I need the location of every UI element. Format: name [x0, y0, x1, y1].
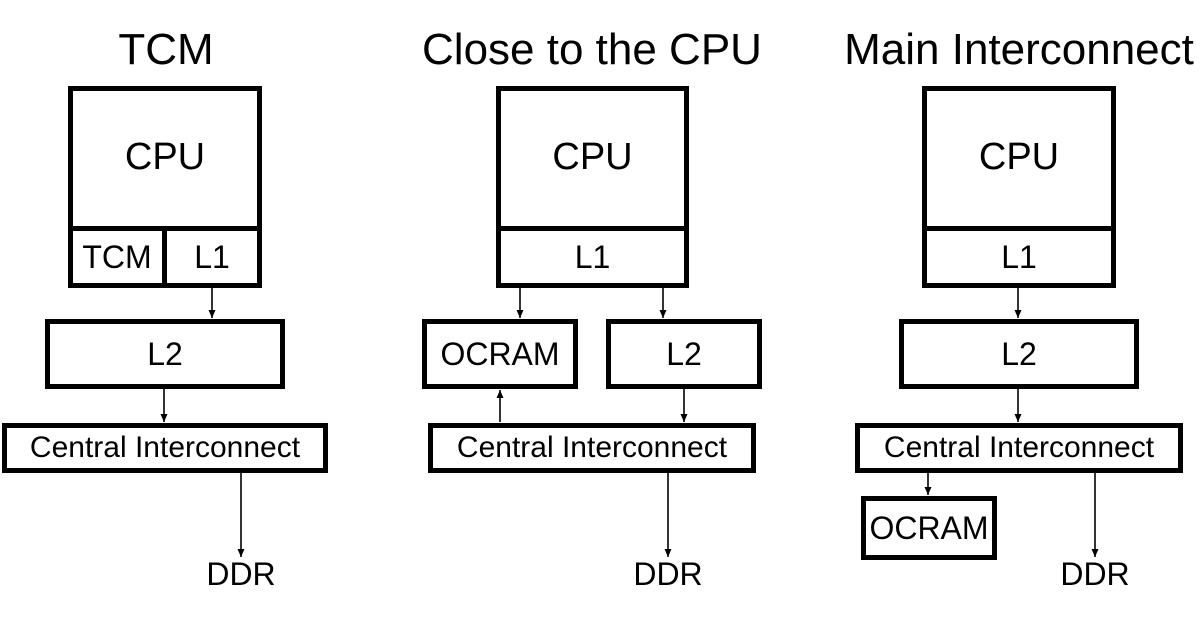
arrowhead [659, 310, 667, 318]
arrowhead [1091, 549, 1099, 557]
arrowhead [237, 549, 245, 557]
arrowhead [1014, 310, 1022, 318]
arrowhead [208, 310, 216, 318]
arrowhead [516, 310, 524, 318]
arrowhead [160, 414, 168, 422]
connector-arrows [160, 288, 1099, 557]
arrowhead [664, 549, 672, 557]
arrowhead [924, 487, 932, 495]
arrowhead [1014, 414, 1022, 422]
arrowhead [680, 414, 688, 422]
arrowhead [496, 390, 504, 398]
